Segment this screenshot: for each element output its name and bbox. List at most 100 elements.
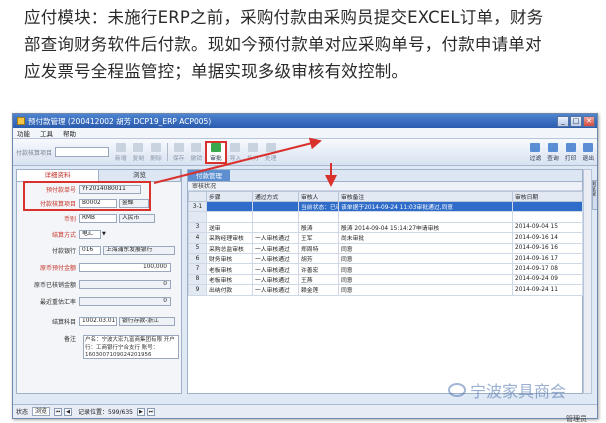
orig-written-field: 0: [79, 279, 171, 289]
prev-record-icon[interactable]: ◀: [64, 407, 73, 416]
article-paragraph: 应付模块：未施行ERP之前，采购付款由采购员提交EXCEL订单，财务 部查询财务…: [24, 4, 598, 85]
row-number: 4: [188, 232, 207, 244]
filter-button[interactable]: 过滤: [527, 141, 545, 164]
close-button[interactable]: ✕: [583, 115, 595, 127]
minimize-button[interactable]: _: [557, 115, 569, 127]
header-step[interactable]: 步骤: [206, 191, 253, 202]
bank-row: 付款银行 016 上海浦东发展银行: [17, 245, 181, 255]
approve-button[interactable]: 审批: [205, 140, 227, 164]
remark-field[interactable]: 户名：宁波大宏九富商集团有限 开户行：工商银行宁合支行 账号：160300710…: [83, 335, 179, 359]
menu-function[interactable]: 功能: [17, 128, 30, 138]
cell-step: [206, 211, 253, 223]
table-row[interactable]: 9 出纳付款 一人审核通过 赖金莲 同意 2014-09-24 11: [188, 284, 583, 296]
cell-method: 一人审核通过: [252, 263, 299, 275]
filter-icon: [530, 142, 541, 152]
import-icon: [230, 142, 241, 152]
split-button[interactable]: 拆分: [244, 141, 262, 164]
cell-note: 尚未审批: [338, 232, 513, 244]
cell-step: 采购经理审核: [206, 232, 253, 244]
orig-amount-field[interactable]: 100,000: [79, 262, 171, 272]
cell-date: 2014-09-24 09: [512, 273, 583, 286]
table-row[interactable]: 3-1 当前状态：已审核该单据于2014-09-24 11:03审批通过,同意: [188, 200, 583, 213]
next-record-icon[interactable]: ▶: [136, 407, 145, 416]
exit-button[interactable]: 退出: [579, 141, 597, 164]
maximize-button[interactable]: □: [570, 115, 582, 127]
row-number: 3: [188, 221, 207, 234]
chevron-down-icon[interactable]: ▼: [102, 231, 106, 237]
table-row[interactable]: 5 采购总监审核 一人审核通过 郑周特 同意 2014-09-16 16: [188, 242, 583, 254]
tab-details[interactable]: 详细资料: [17, 170, 99, 181]
title-bar: 预付款管理 (200412002 胡芳 DCP19_ERP ACP005) _ …: [13, 114, 597, 128]
header-date[interactable]: 审核日期: [512, 191, 583, 202]
cell-method: [252, 200, 299, 213]
query-icon: [547, 142, 558, 152]
import-button[interactable]: 导入: [227, 141, 245, 164]
undo-button[interactable]: 撤销: [187, 141, 205, 164]
search-input[interactable]: [55, 147, 110, 157]
settle-select[interactable]: 电汇: [79, 229, 101, 239]
table-row[interactable]: [188, 211, 583, 223]
cell-date: 2014-09-16 17: [512, 252, 583, 265]
orig-amount-row: 原币预付金额 100,000: [17, 262, 181, 272]
approval-subtitle: 审核状况: [188, 182, 582, 191]
bank-code-field[interactable]: 016: [79, 245, 101, 255]
row-number: [188, 211, 207, 223]
account-code-field[interactable]: 1002.03.01: [79, 316, 117, 326]
side-tab-browse[interactable]: 浏览窗: [592, 180, 597, 210]
currency-code-field[interactable]: RMB: [79, 213, 117, 223]
undo-icon: [191, 142, 202, 152]
copy-button[interactable]: 复制: [130, 141, 148, 164]
process-icon: [265, 142, 276, 152]
table-row[interactable]: 8 老板审核 一人审核通过 王燕 同意 2014-09-24 09: [188, 273, 583, 286]
menu-tools[interactable]: 工具: [40, 128, 53, 138]
tab-payment-management[interactable]: 付款管理: [188, 170, 230, 181]
record-position: 记录位置：599/635: [78, 409, 133, 416]
cell-method: [252, 221, 299, 234]
query-button[interactable]: 查询: [544, 141, 562, 164]
cell-method: 一人审核通过: [252, 242, 299, 254]
cell-date: [512, 211, 583, 223]
approve-icon: [210, 142, 221, 152]
cell-reviewer: 郑周特: [298, 242, 339, 254]
table-row[interactable]: 3 送审 殷涛 殷涛 2014-09-04 15:14:27申请审核 2014-09-0…: [188, 221, 583, 234]
watermark: 宁波家具商会: [448, 378, 566, 402]
header-method[interactable]: 通过方式: [252, 191, 299, 202]
orig-written-row: 原币已核销金额 0: [17, 279, 181, 289]
cell-reviewer: 殷涛: [298, 221, 339, 234]
cell-reviewer: 王军: [298, 232, 339, 244]
cell-note: 同意: [338, 263, 513, 275]
table-row[interactable]: 7 老板审核 一人审核通过 许善宏 同意 2014-09-17 08: [188, 263, 583, 275]
cell-date: 2014-09-16 16: [512, 242, 583, 254]
account-name-field: 银行存款-浙江: [119, 316, 175, 326]
detail-panel: 详细资料 浏览 预付款单号 YF2014080011 付款核算项目 B0002 …: [16, 169, 182, 394]
exit-icon: [583, 142, 594, 152]
account-label: 结算科目: [51, 318, 76, 326]
vertical-scrollbar[interactable]: [583, 169, 592, 394]
settle-row: 结算方式 电汇 ▼: [17, 229, 181, 239]
print-icon: [565, 142, 576, 152]
header-reviewer[interactable]: 审核人: [298, 191, 339, 202]
save-button[interactable]: 保存: [170, 141, 188, 164]
currency-row: 币别 RMB 人民币: [17, 213, 181, 223]
delete-button[interactable]: 删除: [147, 141, 165, 164]
cell-note: 该单据于2014-09-24 11:03审批通过,同意: [338, 200, 513, 213]
remark-label: 备注: [63, 335, 76, 343]
settle-label: 结算方式: [51, 231, 76, 239]
cell-note: 殷涛 2014-09-04 15:14:27申请审核: [338, 221, 513, 234]
new-button[interactable]: 新增: [112, 141, 130, 164]
cell-step: 老板审核: [206, 263, 253, 275]
cell-method: 一人审核通过: [252, 273, 299, 286]
tab-browse[interactable]: 浏览: [99, 170, 181, 181]
process-button[interactable]: 处理: [262, 141, 280, 164]
last-record-icon[interactable]: ⏭: [146, 407, 155, 416]
table-row[interactable]: 6 财务审核 一人审核通过 胡芳 同意 2014-09-16 17: [188, 252, 583, 265]
menu-help[interactable]: 帮助: [63, 128, 76, 138]
first-record-icon[interactable]: ⏮: [54, 407, 63, 416]
header-note[interactable]: 审核备注: [338, 191, 513, 202]
cell-reviewer: [298, 211, 339, 223]
print-button[interactable]: 打印: [562, 141, 580, 164]
currency-label: 币别: [63, 215, 76, 223]
bank-label: 付款银行: [51, 247, 76, 255]
table-row[interactable]: 4 采购经理审核 一人审核通过 王军 尚未审批 2014-09-16 14: [188, 232, 583, 244]
intro-line-3: 应发票号全程监管控；单据实现多级审核有效控制。: [24, 62, 409, 81]
